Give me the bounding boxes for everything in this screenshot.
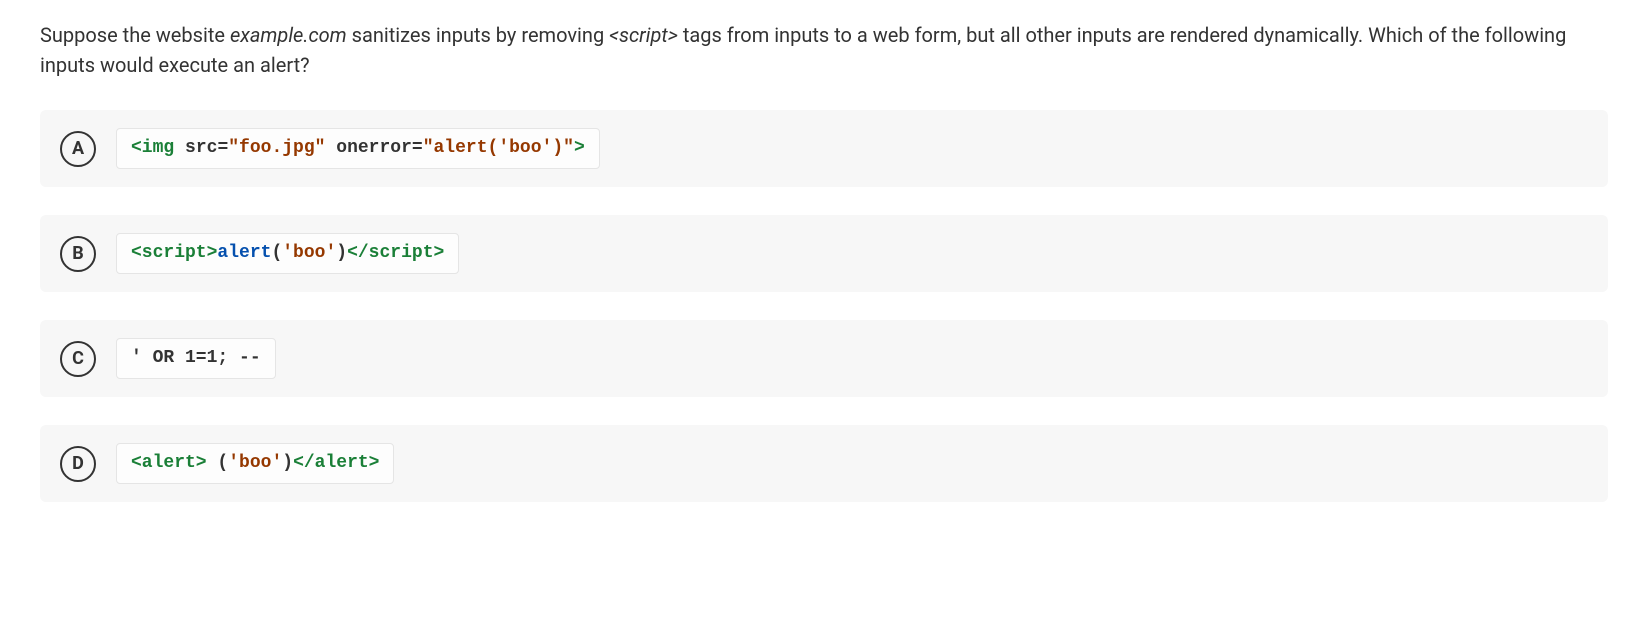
code-token: onerror: [325, 138, 411, 158]
option-letter: C: [60, 341, 96, 377]
option-code: <alert> ('boo')</alert>: [116, 443, 394, 484]
option-d[interactable]: D <alert> ('boo')</alert>: [40, 425, 1608, 502]
option-b[interactable]: B <script>alert('boo')</script>: [40, 215, 1608, 292]
option-letter: D: [60, 446, 96, 482]
question-text-mid: sanitizes inputs by removing: [347, 23, 609, 47]
option-c[interactable]: C ' OR 1=1; --: [40, 320, 1608, 397]
code-token: >: [574, 138, 585, 158]
code-token: (: [271, 243, 282, 263]
code-token: src: [174, 138, 217, 158]
code-token: </script>: [347, 243, 444, 263]
code-token: </alert>: [293, 453, 379, 473]
code-token: <script>: [131, 243, 217, 263]
code-token: <alert>: [131, 453, 207, 473]
question-emphasis: example.com: [230, 23, 347, 47]
code-token: ): [336, 243, 347, 263]
code-token: 'boo': [228, 453, 282, 473]
code-token: =: [412, 138, 423, 158]
option-code: <img src="foo.jpg" onerror="alert('boo')…: [116, 128, 600, 169]
question-stem: Suppose the website example.com sanitize…: [40, 20, 1608, 80]
option-code: ' OR 1=1; --: [116, 338, 276, 379]
option-code: <script>alert('boo')</script>: [116, 233, 459, 274]
code-token: "alert('boo')": [423, 138, 574, 158]
code-token: (: [207, 453, 229, 473]
question-text-pre: Suppose the website: [40, 23, 230, 47]
question-tag: <script>: [609, 23, 678, 47]
code-token: ): [282, 453, 293, 473]
options-list: A <img src="foo.jpg" onerror="alert('boo…: [40, 110, 1608, 502]
code-token: alert: [217, 243, 271, 263]
code-token: =: [217, 138, 228, 158]
code-token: <img: [131, 138, 174, 158]
option-letter: B: [60, 236, 96, 272]
code-token: ' OR 1=1; --: [131, 348, 261, 368]
code-token: "foo.jpg": [228, 138, 325, 158]
option-a[interactable]: A <img src="foo.jpg" onerror="alert('boo…: [40, 110, 1608, 187]
option-letter: A: [60, 131, 96, 167]
code-token: 'boo': [282, 243, 336, 263]
